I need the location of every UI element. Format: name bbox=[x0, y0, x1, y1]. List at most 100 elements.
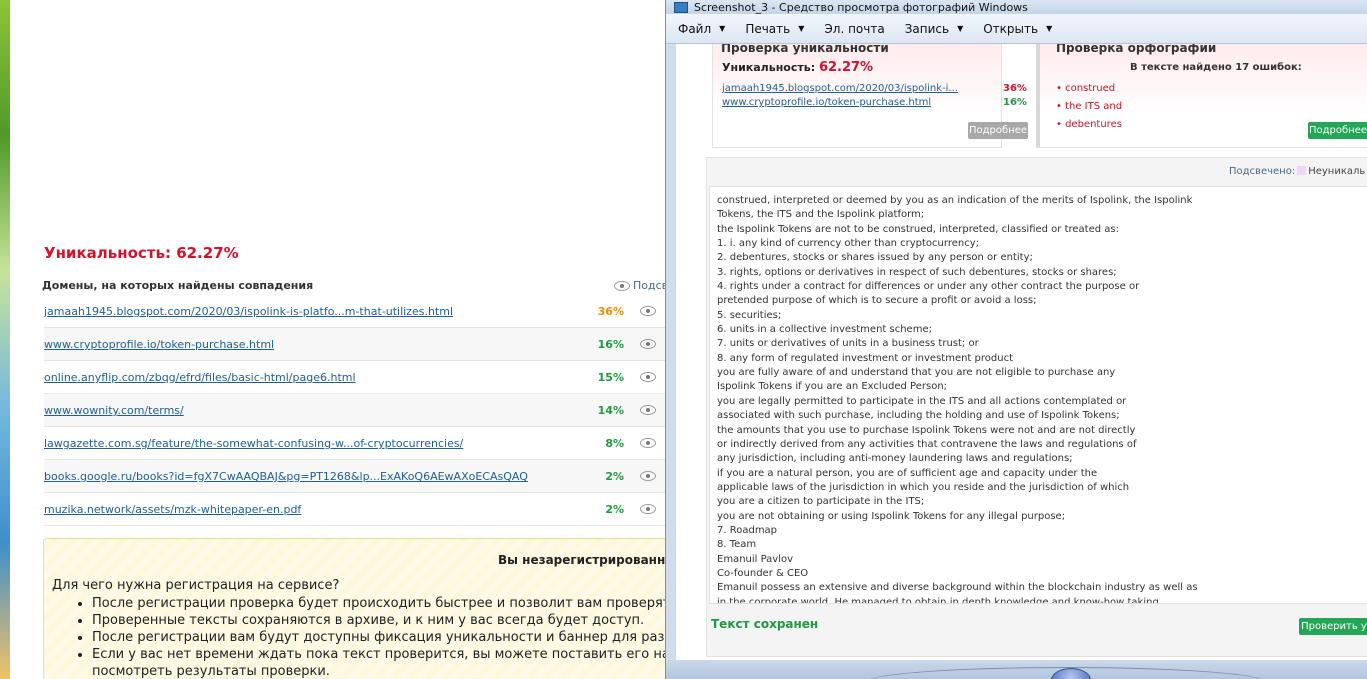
match-link[interactable]: www.cryptoprofile.io/token-purchase.html bbox=[722, 97, 931, 108]
domain-link[interactable]: lawgazette.com.sg/feature/the-somewhat-c… bbox=[44, 437, 463, 450]
text-line: you are legally permitted to participate… bbox=[717, 395, 1127, 407]
menu-item[interactable]: Печать ▼ bbox=[745, 22, 804, 36]
domain-row: muzika.network/assets/mzk-whitepaper-en.… bbox=[44, 493, 665, 526]
domain-percent: 2% bbox=[605, 470, 624, 483]
eye-icon[interactable] bbox=[640, 471, 656, 481]
text-line: 8. any form of regulated investment or i… bbox=[717, 352, 1013, 364]
text-line: 8. Team bbox=[717, 539, 757, 551]
uniqueness-card-title: Проверка уникальности bbox=[721, 44, 889, 55]
domain-link[interactable]: muzika.network/assets/mzk-whitepaper-en.… bbox=[44, 503, 301, 516]
spelling-card-subtitle: В тексте найдено 17 ошибок: bbox=[1130, 62, 1302, 73]
chevron-down-icon: ▼ bbox=[798, 24, 805, 33]
spelling-card-title: Проверка орфографии bbox=[1056, 44, 1217, 55]
text-line: Tokens, the ITS and the Ispolink platfor… bbox=[717, 209, 925, 221]
spelling-error-item[interactable]: • construed bbox=[1056, 83, 1115, 94]
image-canvas: Проверка уникальности Уникальность: 62.2… bbox=[676, 44, 1367, 660]
domain-percent: 15% bbox=[597, 371, 624, 384]
text-line: applicable laws of the jurisdiction in w… bbox=[717, 481, 1130, 493]
domain-percent: 36% bbox=[597, 305, 624, 318]
text-line: associated with such purchase, including… bbox=[717, 410, 1120, 422]
text-line: if you are a natural person, you are of … bbox=[717, 467, 1098, 479]
domain-row: jamaah1945.blogspot.com/2020/03/ispolink… bbox=[44, 295, 665, 328]
uniqueness-score: Уникальность: 62.27% bbox=[44, 244, 239, 262]
checked-text[interactable]: construed, interpreted or deemed by you … bbox=[709, 186, 1367, 604]
eye-icon bbox=[614, 280, 630, 291]
spelling-card: Проверка орфографии В тексте найдено 17 … bbox=[1036, 44, 1367, 148]
text-line: 6. units in a collective investment sche… bbox=[717, 324, 932, 336]
domain-link[interactable]: books.google.ru/books?id=fgX7CwAAQBAJ&pg… bbox=[44, 470, 528, 483]
domain-row: www.wownity.com/terms/14% bbox=[44, 394, 665, 427]
photo-viewer-icon bbox=[674, 1, 688, 13]
text-line: or indirectly derived from any activitie… bbox=[717, 438, 1137, 450]
menu-item[interactable]: Запись ▼ bbox=[905, 22, 964, 36]
desktop-wallpaper-strip bbox=[0, 0, 10, 679]
domain-link[interactable]: jamaah1945.blogspot.com/2020/03/ispolink… bbox=[44, 305, 453, 318]
match-percent: 36% bbox=[1003, 83, 1027, 94]
notice-title: Вы незарегистрированн bbox=[498, 553, 665, 567]
text-line: 3. rights, options or derivatives in res… bbox=[717, 266, 1117, 278]
highlight-swatch bbox=[1297, 166, 1307, 175]
notice-item: посмотреть результаты проверки. bbox=[92, 664, 330, 679]
menu-item[interactable]: Эл. почта bbox=[824, 22, 884, 36]
uniqueness-value: 62.27% bbox=[176, 244, 239, 262]
spelling-error-item[interactable]: • debentures bbox=[1056, 119, 1122, 130]
eye-icon[interactable] bbox=[640, 438, 656, 448]
text-line: construed, interpreted or deemed by you … bbox=[717, 195, 1193, 206]
highlight-toggle[interactable]: Подсв bbox=[614, 279, 665, 292]
text-line: Co-founder & CEO bbox=[717, 567, 809, 579]
menu-bar: Файл ▼ Печать ▼ Эл. почта Запись ▼ Открыть ▼ bbox=[666, 14, 1367, 44]
eye-icon[interactable] bbox=[640, 306, 656, 316]
match-percent: 16% bbox=[1003, 97, 1027, 108]
menu-item[interactable]: Файл ▼ bbox=[678, 22, 725, 36]
spelling-error-item[interactable]: • the ITS and bbox=[1056, 101, 1122, 112]
text-line: in the corporate world. He managed to ob… bbox=[717, 596, 1159, 604]
registration-notice: Вы незарегистрированн Для чего нужна рег… bbox=[43, 538, 665, 679]
chevron-down-icon: ▼ bbox=[1046, 24, 1053, 33]
notice-item: Если у вас нет времени ждать пока текст … bbox=[92, 646, 665, 663]
domain-percent: 2% bbox=[605, 503, 624, 516]
text-line: 4. rights under a contract for differenc… bbox=[717, 281, 1140, 293]
notice-question: Для чего нужна регистрация на сервисе? bbox=[52, 578, 340, 593]
uniqueness-details-button[interactable]: Подробнее bbox=[968, 122, 1028, 139]
domain-percent: 8% bbox=[605, 437, 624, 450]
domain-percent: 16% bbox=[597, 338, 624, 351]
window-title: Screenshot_3 - Средство просмотра фотогр… bbox=[694, 0, 1028, 14]
domain-row: www.cryptoprofile.io/token-purchase.html… bbox=[44, 328, 665, 361]
uniqueness-card: Проверка уникальности Уникальность: 62.2… bbox=[712, 44, 1028, 148]
domain-link[interactable]: online.anyflip.com/zbqg/efrd/files/basic… bbox=[44, 371, 356, 384]
spelling-details-button[interactable]: Подробнее bbox=[1308, 122, 1367, 139]
notice-item: После регистрации вам будут доступны фик… bbox=[92, 629, 665, 646]
eye-icon[interactable] bbox=[640, 405, 656, 415]
text-line: the Ispolink Tokens are not to be constr… bbox=[717, 223, 1119, 235]
text-line: Emanuil Pavlov bbox=[717, 553, 794, 565]
text-line: 7. Roadmap bbox=[717, 524, 778, 536]
text-line: pretended purpose of which is to secure … bbox=[717, 295, 1037, 307]
domain-percent: 14% bbox=[597, 404, 624, 417]
eye-icon[interactable] bbox=[640, 372, 656, 382]
window-titlebar[interactable]: Screenshot_3 - Средство просмотра фотогр… bbox=[666, 0, 1367, 14]
highlight-legend: Подсвечено: Неуникаль bbox=[1229, 166, 1366, 177]
domain-row: books.google.ru/books?id=fgX7CwAAQBAJ&pg… bbox=[44, 460, 665, 493]
notice-list: После регистрации проверка будет происхо… bbox=[52, 595, 665, 679]
domain-row: online.anyflip.com/zbqg/efrd/files/basic… bbox=[44, 361, 665, 394]
match-link[interactable]: jamaah1945.blogspot.com/2020/03/ispolink… bbox=[722, 83, 958, 94]
uniqueness-card-score: Уникальность: 62.27% bbox=[722, 60, 874, 75]
text-line: 1. i. any kind of currency other than cr… bbox=[717, 238, 979, 250]
photo-viewer-window: Screenshot_3 - Средство просмотра фотогр… bbox=[665, 0, 1367, 679]
text-panel: Подсвечено: Неуникаль construed, interpre… bbox=[706, 157, 1367, 657]
chevron-down-icon: ▼ bbox=[719, 24, 726, 33]
menu-item[interactable]: Открыть ▼ bbox=[983, 22, 1052, 36]
chevron-down-icon: ▼ bbox=[957, 24, 964, 33]
text-line: 2. debentures, stocks or shares issued b… bbox=[717, 252, 1033, 264]
text-line: you are not obtaining or using Ispolink … bbox=[717, 510, 1066, 522]
eye-icon[interactable] bbox=[640, 504, 656, 514]
text-line: you are a citizen to participate in the … bbox=[717, 496, 925, 508]
domains-list: jamaah1945.blogspot.com/2020/03/ispolink… bbox=[44, 295, 665, 526]
domain-link[interactable]: www.wownity.com/terms/ bbox=[44, 404, 184, 417]
check-button[interactable]: Проверить у bbox=[1299, 618, 1367, 635]
text-line: you are fully aware of and understand th… bbox=[717, 367, 1116, 379]
text-line: any jurisdiction, including anti-money l… bbox=[717, 453, 1073, 465]
eye-icon[interactable] bbox=[640, 339, 656, 349]
domain-link[interactable]: www.cryptoprofile.io/token-purchase.html bbox=[44, 338, 274, 351]
notice-item: Проверенные тексты сохраняются в архиве,… bbox=[92, 612, 665, 629]
